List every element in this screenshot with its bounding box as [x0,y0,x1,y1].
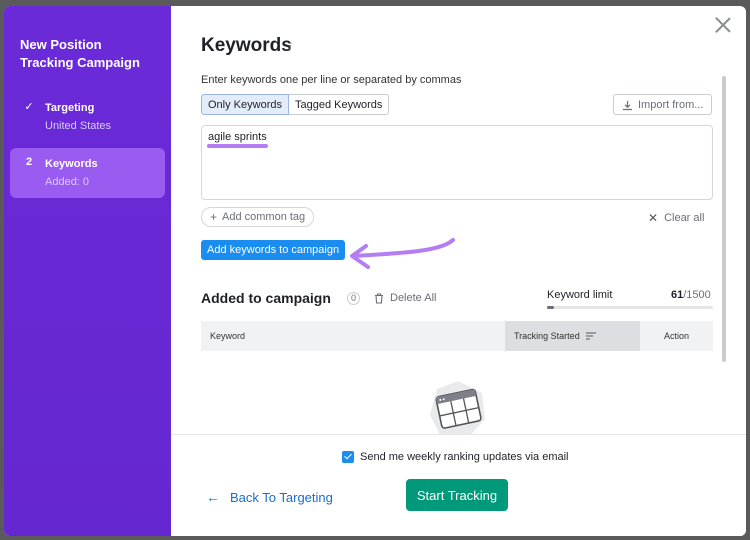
column-keyword[interactable]: Keyword [201,321,505,351]
back-label: Back To Targeting [230,489,333,505]
close-icon[interactable] [714,16,732,34]
email-updates-checkbox[interactable] [342,451,354,463]
added-section-title: Added to campaign [201,290,331,306]
wizard-sidebar: New Position Tracking Campaign ✓ Targeti… [4,6,171,536]
campaign-modal: New Position Tracking Campaign ✓ Targeti… [4,6,746,536]
back-to-targeting-link[interactable]: ← Back To Targeting [206,489,333,505]
email-updates-option[interactable]: Send me weekly ranking updates via email [342,451,569,463]
step-name: Keywords [45,158,98,170]
clear-label: Clear all [664,212,705,224]
sort-icon [585,332,596,340]
empty-table-icon [430,381,485,439]
import-label: Import from... [638,98,704,111]
column-action: Action [663,331,689,341]
step-name: Targeting [45,102,95,114]
annotation-underline [207,144,268,148]
trash-icon [375,292,383,304]
limit-used: 61 [671,289,684,301]
column-tracking-label: Tracking Started [514,331,580,341]
download-icon [622,100,632,110]
keyword-mode-tabs: Only Keywords Tagged Keywords [201,94,390,115]
sidebar-title: New Position Tracking Campaign [20,37,140,70]
step-number: 2 [25,156,33,168]
add-common-tag-button[interactable]: + Add common tag [201,207,315,227]
annotation-arrow-icon [350,238,455,269]
keyword-limit-bar [547,306,713,309]
tab-tagged-keywords[interactable]: Tagged Keywords [288,94,390,115]
arrow-left-icon: ← [206,489,220,505]
main-panel: Keywords i Enter keywords one per line o… [171,6,746,536]
keyword-limit-label: Keyword limit [547,289,613,301]
keyword-limit-fill [547,306,554,309]
step-targeting[interactable]: ✓ Targeting United States [10,92,165,142]
start-tracking-button[interactable]: Start Tracking [406,479,508,511]
step-subtitle: United States [45,120,112,132]
keyword-limit-value: 61/1500 [671,289,711,301]
plus-icon: + [210,210,218,224]
clear-all-button[interactable]: ✕ Clear all [648,211,704,225]
check-icon: ✓ [24,101,34,113]
delete-label: Delete All [390,292,437,304]
page-title: Keywords [201,35,292,56]
add-keywords-button[interactable]: Add keywords to campaign [201,240,346,260]
info-icon[interactable]: i [289,42,291,54]
add-tag-label: Add common tag [222,211,306,223]
limit-total: /1500 [683,289,711,301]
keywords-table-header: Keyword Tracking Started Action [201,321,713,351]
import-button[interactable]: Import from... [613,94,712,115]
delete-all-button[interactable]: Delete All [374,292,436,304]
step-keywords[interactable]: 2 Keywords Added: 0 [10,148,165,198]
count-badge: 0 [347,292,360,305]
footer: Send me weekly ranking updates via email… [171,434,746,536]
step-subtitle: Added: 0 [45,176,90,188]
scrollbar[interactable] [722,76,726,362]
column-tracking-started[interactable]: Tracking Started [505,321,640,351]
input-instruction: Enter keywords one per line or separated… [201,74,462,86]
close-icon: ✕ [648,211,659,225]
email-updates-label: Send me weekly ranking updates via email [360,451,569,463]
keywords-textarea[interactable]: agile sprints [201,125,713,200]
tab-only-keywords[interactable]: Only Keywords [201,94,289,115]
